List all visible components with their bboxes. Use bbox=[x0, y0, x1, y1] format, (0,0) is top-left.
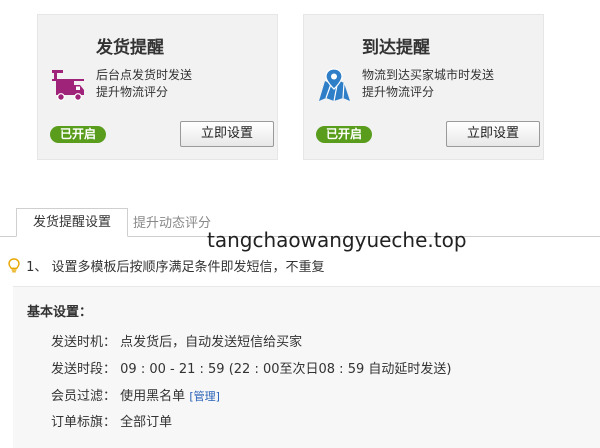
tip-notice: 1、 设置多模板后按顺序满足条件即发短信，不重复 bbox=[8, 256, 325, 275]
row-value: 全部订单 bbox=[120, 415, 173, 430]
row-value: 点发货后，自动发送短信给买家 bbox=[120, 335, 303, 350]
configure-now-button[interactable]: 立即设置 bbox=[180, 121, 274, 147]
send-period-row: 发送时段： 09 : 00 - 21 : 59 (22 : 00至次日08 : … bbox=[51, 358, 451, 377]
send-timing-row: 发送时机： 点发货后，自动发送短信给买家 bbox=[51, 331, 302, 350]
order-flag-row: 订单标旗： 全部订单 bbox=[51, 411, 172, 430]
lightbulb-icon bbox=[8, 258, 22, 275]
map-pin-icon bbox=[316, 67, 352, 103]
card-title: 发货提醒 bbox=[96, 38, 164, 58]
watermark-text: tangchaowangyueche.top bbox=[207, 228, 467, 252]
section-heading: 基本设置： bbox=[27, 305, 93, 320]
tip-text: 1、 设置多模板后按顺序满足条件即发短信，不重复 bbox=[26, 260, 325, 275]
truck-icon bbox=[50, 67, 86, 103]
tab-improve-dynamic-rating[interactable]: 提升动态评分 bbox=[133, 212, 211, 231]
shipping-reminder-card: 发货提醒 后台点发货时发送 提升物流评分 已开启 立即设置 bbox=[37, 14, 278, 160]
status-badge: 已开启 bbox=[316, 126, 372, 143]
status-badge: 已开启 bbox=[50, 126, 106, 143]
arrival-reminder-card: 到达提醒 物流到达买家城市时发送 提升物流评分 已开启 立即设置 bbox=[303, 14, 544, 160]
manage-blacklist-link[interactable]: [管理] bbox=[189, 390, 220, 403]
configure-now-button[interactable]: 立即设置 bbox=[446, 121, 540, 147]
tab-shipping-reminder-settings[interactable]: 发货提醒设置 bbox=[16, 208, 128, 237]
row-label: 会员过滤： bbox=[51, 389, 117, 404]
row-label: 发送时段： bbox=[51, 362, 117, 377]
card-description: 后台点发货时发送 提升物流评分 bbox=[96, 68, 193, 99]
row-value: 使用黑名单 bbox=[120, 389, 186, 404]
row-value: 09 : 00 - 21 : 59 (22 : 00至次日08 : 59 自动延… bbox=[120, 362, 452, 377]
row-label: 发送时机： bbox=[51, 335, 117, 350]
row-label: 订单标旗： bbox=[51, 415, 117, 430]
basic-settings-panel: 基本设置： 发送时机： 点发货后，自动发送短信给买家 发送时段： 09 : 00… bbox=[13, 286, 600, 448]
card-title: 到达提醒 bbox=[362, 38, 430, 58]
card-description: 物流到达买家城市时发送 提升物流评分 bbox=[362, 68, 495, 99]
member-filter-row: 会员过滤： 使用黑名单 [管理] bbox=[51, 385, 220, 404]
